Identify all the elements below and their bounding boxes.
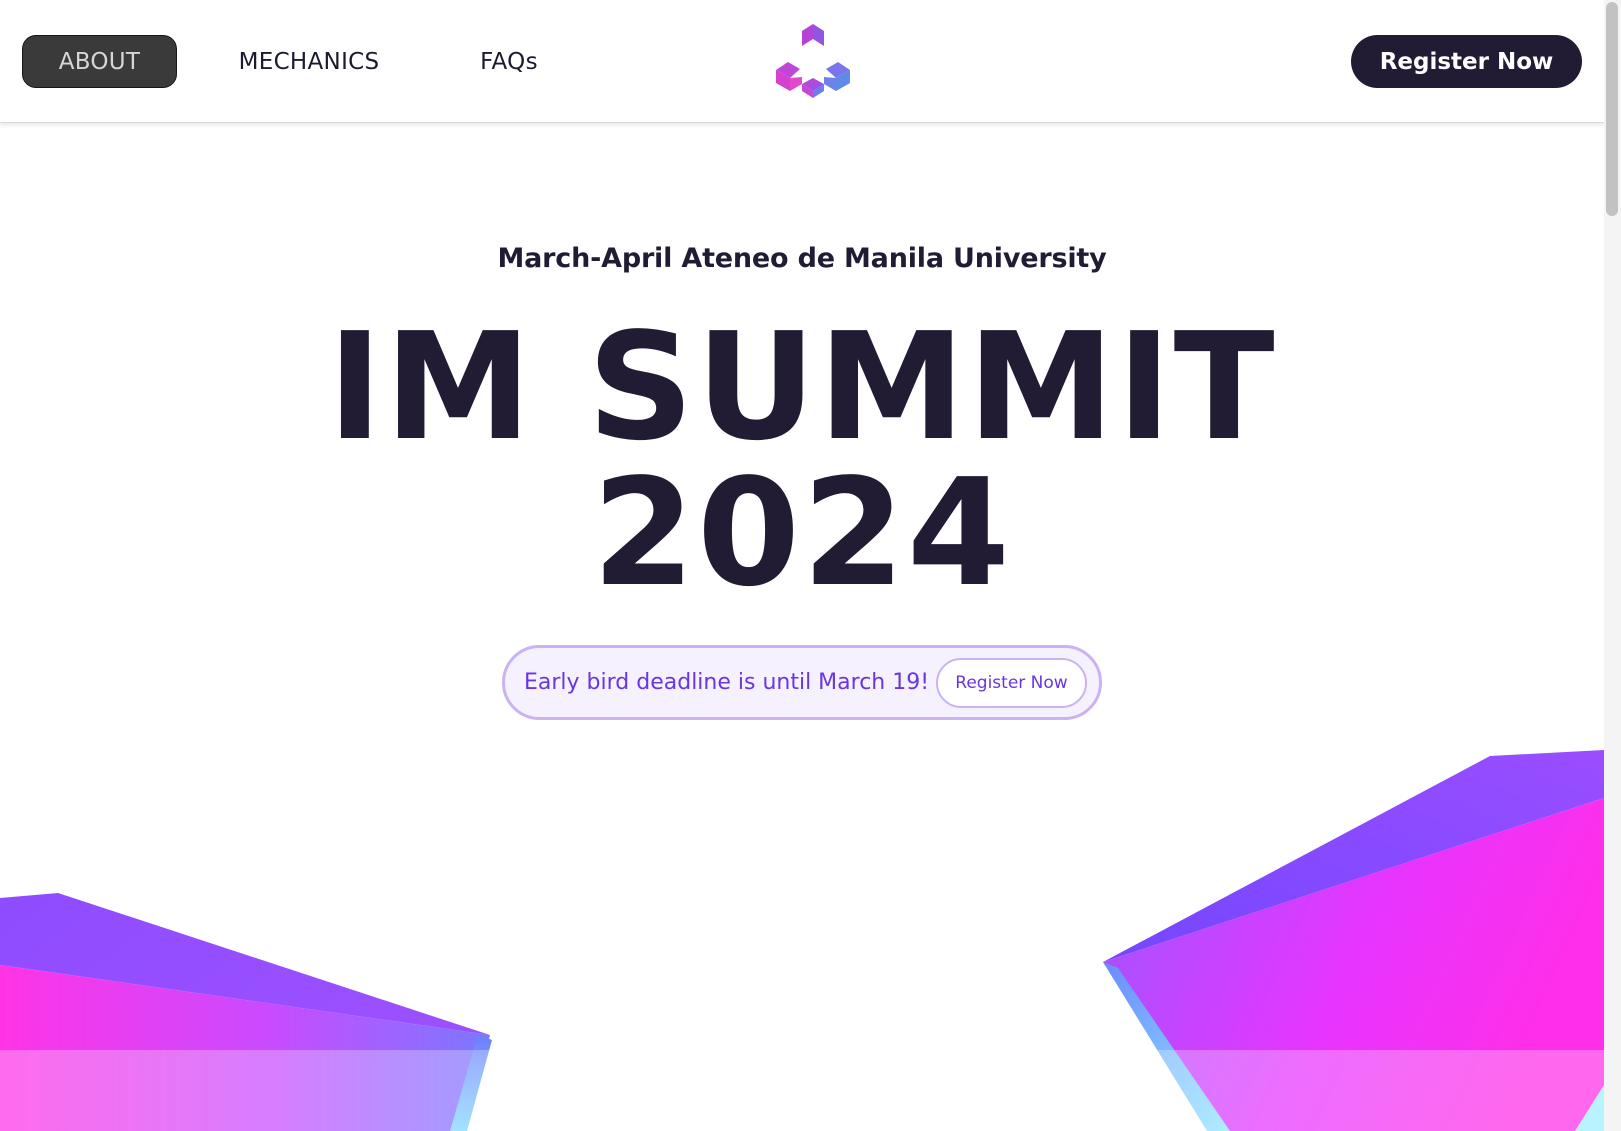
nav-faqs-link[interactable]: FAQs: [468, 35, 550, 88]
right-shape-top-face: [1103, 750, 1604, 962]
page: ABOUT MECHANICS FAQs Register Now March-…: [0, 0, 1621, 1131]
hero-title-line2: 2024: [592, 447, 1012, 619]
register-now-button[interactable]: Register Now: [1351, 35, 1582, 88]
bottom-fade-overlay: [0, 1050, 1604, 1131]
nav-about-link[interactable]: ABOUT: [22, 35, 177, 88]
hero-title-line1: IM SUMMIT: [327, 301, 1277, 473]
early-bird-banner: Early bird deadline is until March 19! R…: [502, 645, 1102, 720]
navbar: ABOUT MECHANICS FAQs Register Now: [0, 0, 1604, 123]
scrollbar-thumb[interactable]: [1606, 2, 1618, 216]
triangle-cube-logo-icon[interactable]: [774, 22, 852, 100]
early-bird-text: Early bird deadline is until March 19!: [524, 670, 930, 695]
left-shape-top-face: [0, 893, 490, 1035]
nav-mechanics-link[interactable]: MECHANICS: [232, 35, 386, 88]
event-date-location: March-April Ateneo de Manila University: [497, 243, 1107, 274]
early-bird-register-button[interactable]: Register Now: [936, 658, 1087, 708]
